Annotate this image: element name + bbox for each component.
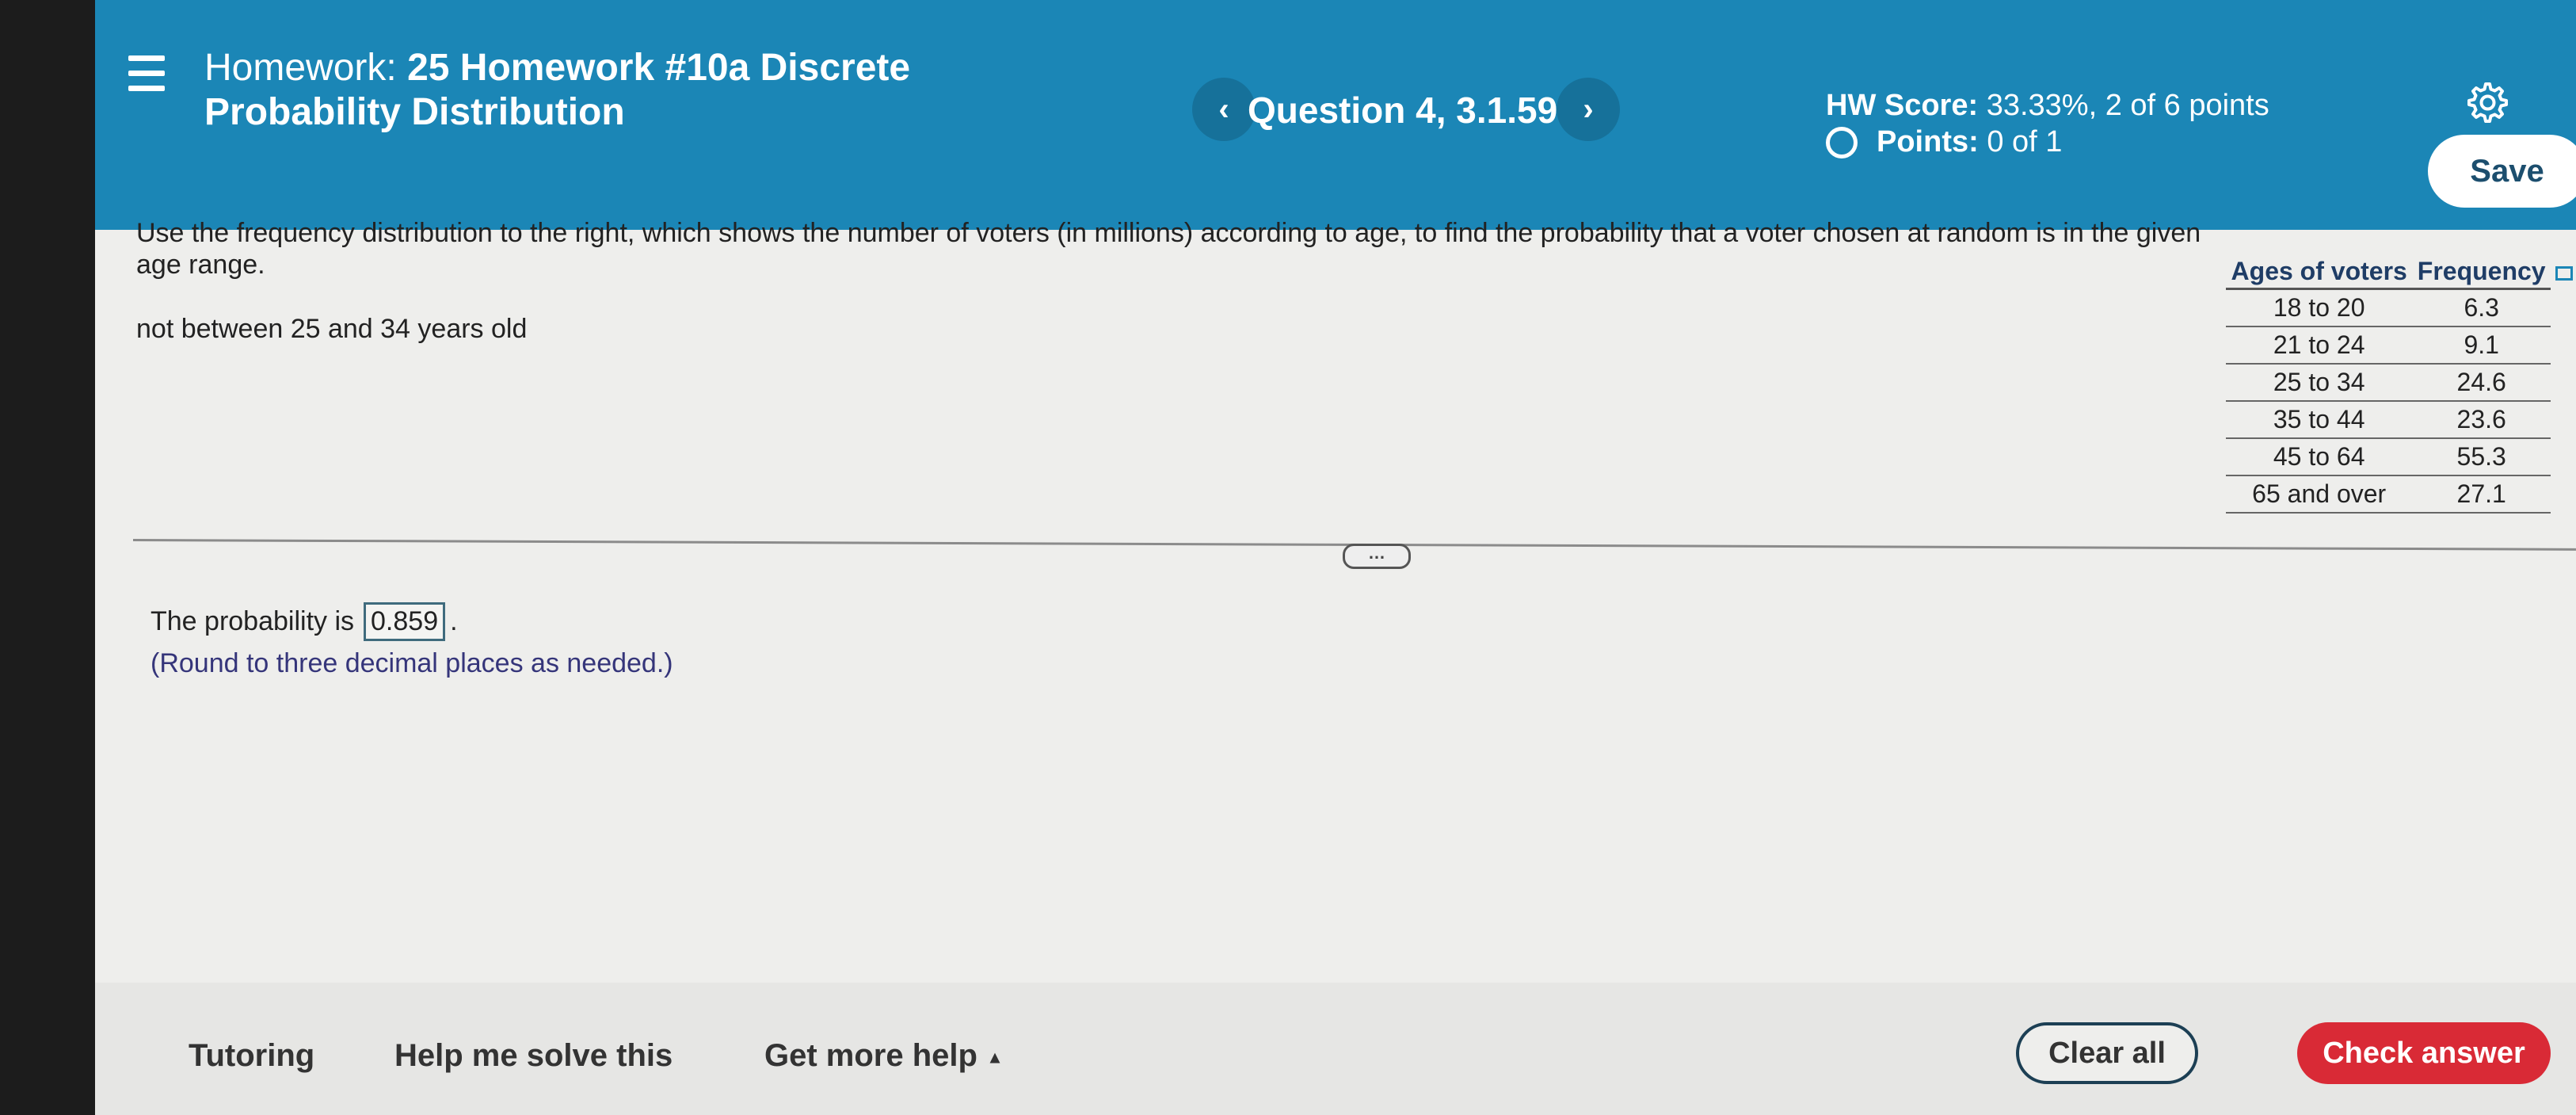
help-me-solve-link[interactable]: Help me solve this: [394, 1038, 673, 1074]
points-value: 0 of 1: [1987, 125, 2063, 158]
get-more-help-link[interactable]: Get more help ▲: [764, 1038, 1004, 1074]
table-cell-age: 45 to 64: [2226, 438, 2413, 476]
question-text: Use the frequency distribution to the ri…: [136, 218, 2201, 280]
answer-line: The probability is 0.859 .: [151, 602, 458, 641]
settings-gear-icon[interactable]: [2464, 79, 2508, 124]
table-row: 35 to 44 23.6: [2226, 401, 2551, 439]
points-label: Points:: [1877, 125, 1979, 158]
frequency-table: Ages of voters Frequency 18 to 20 6.3 21 …: [2226, 255, 2551, 514]
table-cell-age: 25 to 34: [2226, 364, 2413, 402]
question-label: Question 4, 3.1.59: [1248, 90, 1558, 131]
table-header-row: Ages of voters Frequency: [2226, 255, 2551, 290]
table-cell-age: 65 and over: [2226, 475, 2413, 514]
previous-question-button[interactable]: ‹: [1192, 78, 1256, 141]
get-more-help-label: Get more help: [764, 1038, 977, 1073]
hw-score-value: 33.33%, 2 of 6 points: [1986, 89, 2269, 122]
table-row: 18 to 20 6.3: [2226, 288, 2551, 327]
copy-table-icon[interactable]: [2555, 266, 2573, 281]
table-cell-frequency: 24.6: [2412, 364, 2551, 402]
question-condition: not between 25 and 34 years old: [136, 314, 528, 344]
screen: Homework: 25 Homework #10a Discrete Prob…: [95, 0, 2576, 1115]
points: Points: 0 of 1: [1826, 125, 2062, 159]
points-status-icon: [1826, 126, 1858, 158]
next-question-button[interactable]: ›: [1557, 78, 1620, 141]
table-cell-age: 18 to 20: [2226, 288, 2413, 327]
header-bar: Homework: 25 Homework #10a Discrete Prob…: [95, 0, 2576, 230]
monitor-bezel: [0, 0, 95, 1115]
chevron-right-icon: ›: [1583, 91, 1594, 127]
table-header-frequency: Frequency: [2412, 255, 2551, 290]
table-row: 45 to 64 55.3: [2226, 438, 2551, 476]
table-header-ages: Ages of voters: [2226, 255, 2413, 290]
homework-title-prefix: Homework:: [204, 47, 397, 89]
table-cell-age: 21 to 24: [2226, 326, 2413, 365]
table-row: 25 to 34 24.6: [2226, 364, 2551, 402]
table-cell-frequency: 6.3: [2412, 288, 2551, 327]
homework-title: Homework: 25 Homework #10a Discrete Prob…: [204, 46, 996, 135]
table-row: 21 to 24 9.1: [2226, 326, 2551, 365]
answer-prefix: The probability is: [151, 606, 355, 636]
hw-score: HW Score: 33.33%, 2 of 6 points: [1826, 89, 2269, 123]
expand-more-button[interactable]: …: [1343, 544, 1411, 569]
table-cell-frequency: 9.1: [2412, 326, 2551, 365]
hw-score-label: HW Score:: [1826, 89, 1979, 122]
table-cell-frequency: 55.3: [2412, 438, 2551, 476]
save-button[interactable]: Save: [2428, 135, 2576, 208]
chevron-left-icon: ‹: [1218, 91, 1229, 127]
check-answer-button[interactable]: Check answer: [2297, 1022, 2551, 1084]
menu-icon[interactable]: [128, 55, 165, 92]
answer-input[interactable]: 0.859: [364, 602, 446, 641]
caret-up-icon: ▲: [986, 1047, 1004, 1067]
table-row: 65 and over 27.1: [2226, 475, 2551, 514]
table-cell-frequency: 23.6: [2412, 401, 2551, 439]
clear-all-button[interactable]: Clear all: [2016, 1022, 2198, 1084]
tutoring-link[interactable]: Tutoring: [189, 1038, 314, 1074]
table-cell-frequency: 27.1: [2412, 475, 2551, 514]
answer-suffix: .: [450, 606, 458, 636]
table-cell-age: 35 to 44: [2226, 401, 2413, 439]
rounding-hint: (Round to three decimal places as needed…: [151, 648, 673, 678]
